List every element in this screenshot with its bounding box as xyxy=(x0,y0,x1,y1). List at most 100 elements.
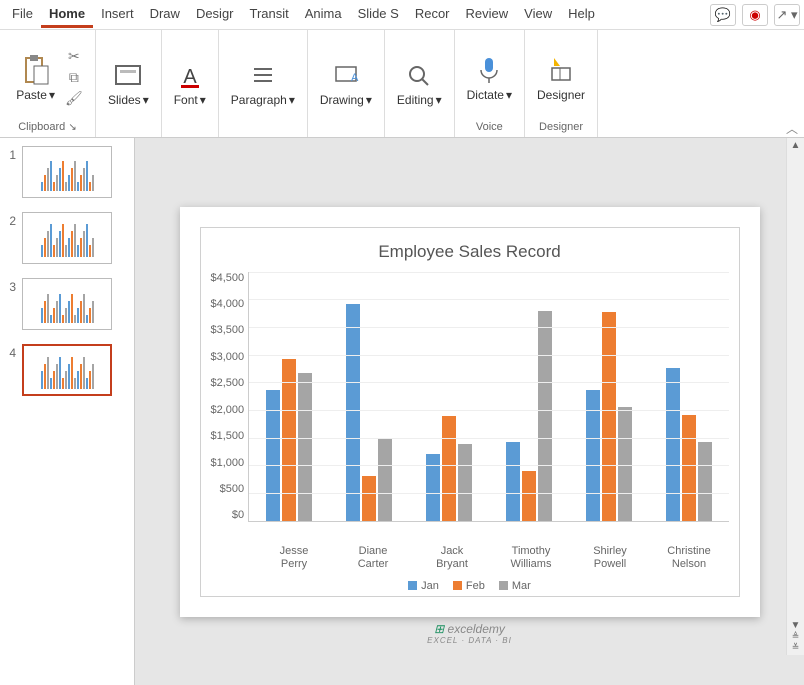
bar-mar xyxy=(618,407,632,521)
bar-jan xyxy=(426,454,440,521)
menu-recor[interactable]: Recor xyxy=(407,2,458,28)
x-tick: JackBryant xyxy=(413,541,492,571)
x-tick: ShirleyPowell xyxy=(571,541,650,571)
menu-transit[interactable]: Transit xyxy=(242,2,297,28)
menu-view[interactable]: View xyxy=(516,2,560,28)
bar-group xyxy=(499,311,559,521)
record-icon[interactable]: ◉ xyxy=(742,4,768,26)
bar-group xyxy=(259,359,319,520)
menu-insert[interactable]: Insert xyxy=(93,2,142,28)
microphone-icon xyxy=(474,54,504,86)
menu-bar: FileHomeInsertDrawDesigrTransitAnimaSlid… xyxy=(0,0,804,30)
menu-anima[interactable]: Anima xyxy=(297,2,350,28)
legend-swatch xyxy=(453,581,462,590)
chart-container[interactable]: Employee Sales Record $4,500$4,000$3,500… xyxy=(200,227,740,597)
menu-right: 💬 ◉ ↗ ▾ xyxy=(710,4,800,26)
copy-icon[interactable]: ⧉ xyxy=(69,69,79,86)
slide-thumbnails: 1 2 3 4 xyxy=(0,138,135,685)
ribbon-group-paragraph: Paragraph ▾ xyxy=(219,30,308,137)
slide-thumbnail-2[interactable] xyxy=(22,212,112,264)
search-icon xyxy=(404,61,434,91)
chart-plot: $4,500$4,000$3,500$3,000$2,500$2,000$1,5… xyxy=(211,272,729,542)
watermark: ⊞ exceldemy EXCEL · DATA · BI xyxy=(427,622,512,645)
x-tick: DianeCarter xyxy=(334,541,413,571)
clipboard-icon xyxy=(22,54,50,86)
bar-feb xyxy=(362,476,376,520)
legend-item: Jan xyxy=(408,580,439,592)
menu-slides[interactable]: Slide S xyxy=(350,2,407,28)
y-tick: $3,000 xyxy=(211,351,245,363)
ribbon-group-voice: Dictate ▾ Voice xyxy=(455,30,525,137)
bar-feb xyxy=(522,471,536,521)
chart-y-axis: $4,500$4,000$3,500$3,000$2,500$2,000$1,5… xyxy=(211,272,249,522)
menu-help[interactable]: Help xyxy=(560,2,603,28)
bar-mar xyxy=(298,373,312,520)
thumb-number: 4 xyxy=(4,344,16,360)
y-tick: $4,500 xyxy=(211,272,245,284)
drawing-button[interactable]: A Drawing ▾ xyxy=(316,59,376,109)
dictate-button[interactable]: Dictate ▾ xyxy=(463,52,516,104)
thumb-row: 3 xyxy=(4,278,130,330)
menu-review[interactable]: Review xyxy=(458,2,517,28)
ribbon-group-designer: Designer Designer xyxy=(525,30,598,137)
designer-icon xyxy=(546,54,576,86)
paragraph-button[interactable]: Paragraph ▾ xyxy=(227,59,299,109)
bar-group xyxy=(419,416,479,520)
y-tick: $2,000 xyxy=(211,404,245,416)
slide-thumbnail-1[interactable] xyxy=(22,146,112,198)
chart-x-axis: JessePerryDianeCarterJackBryantTimothyWi… xyxy=(255,541,729,571)
ribbon-group-clipboard: Paste ▾ ✂ ⧉ 🖌 Clipboard ↘ xyxy=(0,30,96,137)
prev-slide-icon[interactable]: ≜ xyxy=(792,631,800,642)
scroll-up-icon[interactable]: ▲ xyxy=(791,140,801,151)
cut-icon[interactable]: ✂ xyxy=(68,48,80,65)
format-painter-icon[interactable]: 🖌 xyxy=(65,90,83,107)
dialog-launcher-icon[interactable]: ↘ xyxy=(68,122,76,133)
thumb-number: 2 xyxy=(4,212,16,228)
ribbon: Paste ▾ ✂ ⧉ 🖌 Clipboard ↘ Slides ▾ A Fon… xyxy=(0,30,804,138)
bar-mar xyxy=(378,438,392,520)
designer-button[interactable]: Designer xyxy=(533,52,589,104)
menu-draw[interactable]: Draw xyxy=(142,2,188,28)
slide-thumbnail-4[interactable] xyxy=(22,344,112,396)
drawing-icon: A xyxy=(331,61,361,91)
menu-desigr[interactable]: Desigr xyxy=(188,2,242,28)
current-slide: Employee Sales Record $4,500$4,000$3,500… xyxy=(180,207,760,617)
svg-text:A: A xyxy=(351,72,359,84)
font-icon: A xyxy=(175,61,205,91)
slide-canvas[interactable]: Employee Sales Record $4,500$4,000$3,500… xyxy=(135,138,804,685)
bar-mar xyxy=(698,442,712,521)
y-tick: $4,000 xyxy=(211,298,245,310)
editing-button[interactable]: Editing ▾ xyxy=(393,59,446,109)
legend-swatch xyxy=(408,581,417,590)
thumb-row: 4 xyxy=(4,344,130,396)
collapse-ribbon-icon[interactable]: ︿ xyxy=(786,120,798,137)
paste-button[interactable]: Paste ▾ xyxy=(12,52,59,104)
font-button[interactable]: A Font ▾ xyxy=(170,59,210,109)
bar-group xyxy=(339,304,399,521)
bar-jan xyxy=(666,368,680,521)
slide-thumbnail-3[interactable] xyxy=(22,278,112,330)
comments-icon[interactable]: 💬 xyxy=(710,4,736,26)
legend-item: Mar xyxy=(499,580,531,592)
bar-jan xyxy=(346,304,360,521)
y-tick: $0 xyxy=(232,509,244,521)
slide-icon xyxy=(113,61,143,91)
ribbon-group-editing: Editing ▾ xyxy=(385,30,455,137)
bar-mar xyxy=(538,311,552,521)
slides-button[interactable]: Slides ▾ xyxy=(104,59,153,109)
thumb-number: 1 xyxy=(4,146,16,162)
thumb-number: 3 xyxy=(4,278,16,294)
ribbon-group-font: A Font ▾ xyxy=(162,30,219,137)
next-slide-icon[interactable]: ≚ xyxy=(792,642,800,653)
menu-home[interactable]: Home xyxy=(41,2,93,28)
bar-feb xyxy=(602,312,616,520)
share-icon[interactable]: ↗ ▾ xyxy=(774,4,800,26)
svg-text:A: A xyxy=(183,66,197,88)
paragraph-icon xyxy=(248,61,278,91)
y-tick: $1,000 xyxy=(211,457,245,469)
vertical-scrollbar[interactable]: ▲ ▼ ≜ ≚ xyxy=(786,138,804,655)
legend-item: Feb xyxy=(453,580,485,592)
scroll-down-icon[interactable]: ▼ xyxy=(791,620,801,631)
menu-file[interactable]: File xyxy=(4,2,41,28)
bar-feb xyxy=(282,359,296,520)
